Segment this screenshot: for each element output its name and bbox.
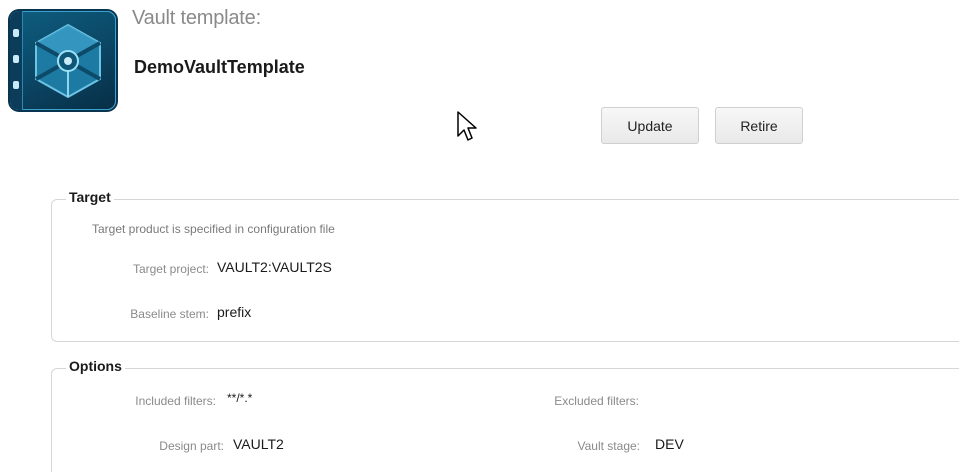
design-part-label: Design part: <box>159 439 224 453</box>
vault-template-icon <box>10 11 116 110</box>
vault-cube-icon <box>35 23 101 99</box>
options-section-title: Options <box>66 358 125 374</box>
update-button[interactable]: Update <box>601 107 699 144</box>
icon-binding-hole <box>13 81 19 89</box>
baseline-stem-value: prefix <box>217 304 252 320</box>
vault-template-name: DemoVaultTemplate <box>134 57 305 77</box>
target-section-title: Target <box>66 189 114 205</box>
icon-binding-strip <box>10 11 23 110</box>
target-project-value: VAULT2:VAULT2S <box>217 259 332 275</box>
retire-button[interactable]: Retire <box>715 107 803 144</box>
mouse-cursor-icon <box>457 111 477 141</box>
vault-stage-value: DEV <box>655 436 684 452</box>
options-section: Options Included filters: **/*.* Exclude… <box>51 358 959 472</box>
vault-stage-label: Vault stage: <box>577 439 640 453</box>
target-product-note: Target product is specified in configura… <box>92 222 335 236</box>
design-part-value: VAULT2 <box>233 436 284 452</box>
icon-binding-hole <box>13 29 19 37</box>
icon-binding-hole <box>13 55 19 63</box>
vault-template-label: Vault template: <box>132 7 261 29</box>
target-section: Target Target product is specified in co… <box>51 189 959 342</box>
target-project-label: Target project: <box>132 262 209 276</box>
vault-template-page: Vault template: DemoVaultTemplate Update… <box>0 0 959 472</box>
included-filters-value: **/*.* <box>227 391 253 405</box>
excluded-filters-label: Excluded filters: <box>554 394 639 408</box>
baseline-stem-label: Baseline stem: <box>130 307 209 321</box>
included-filters-label: Included filters: <box>135 394 216 408</box>
